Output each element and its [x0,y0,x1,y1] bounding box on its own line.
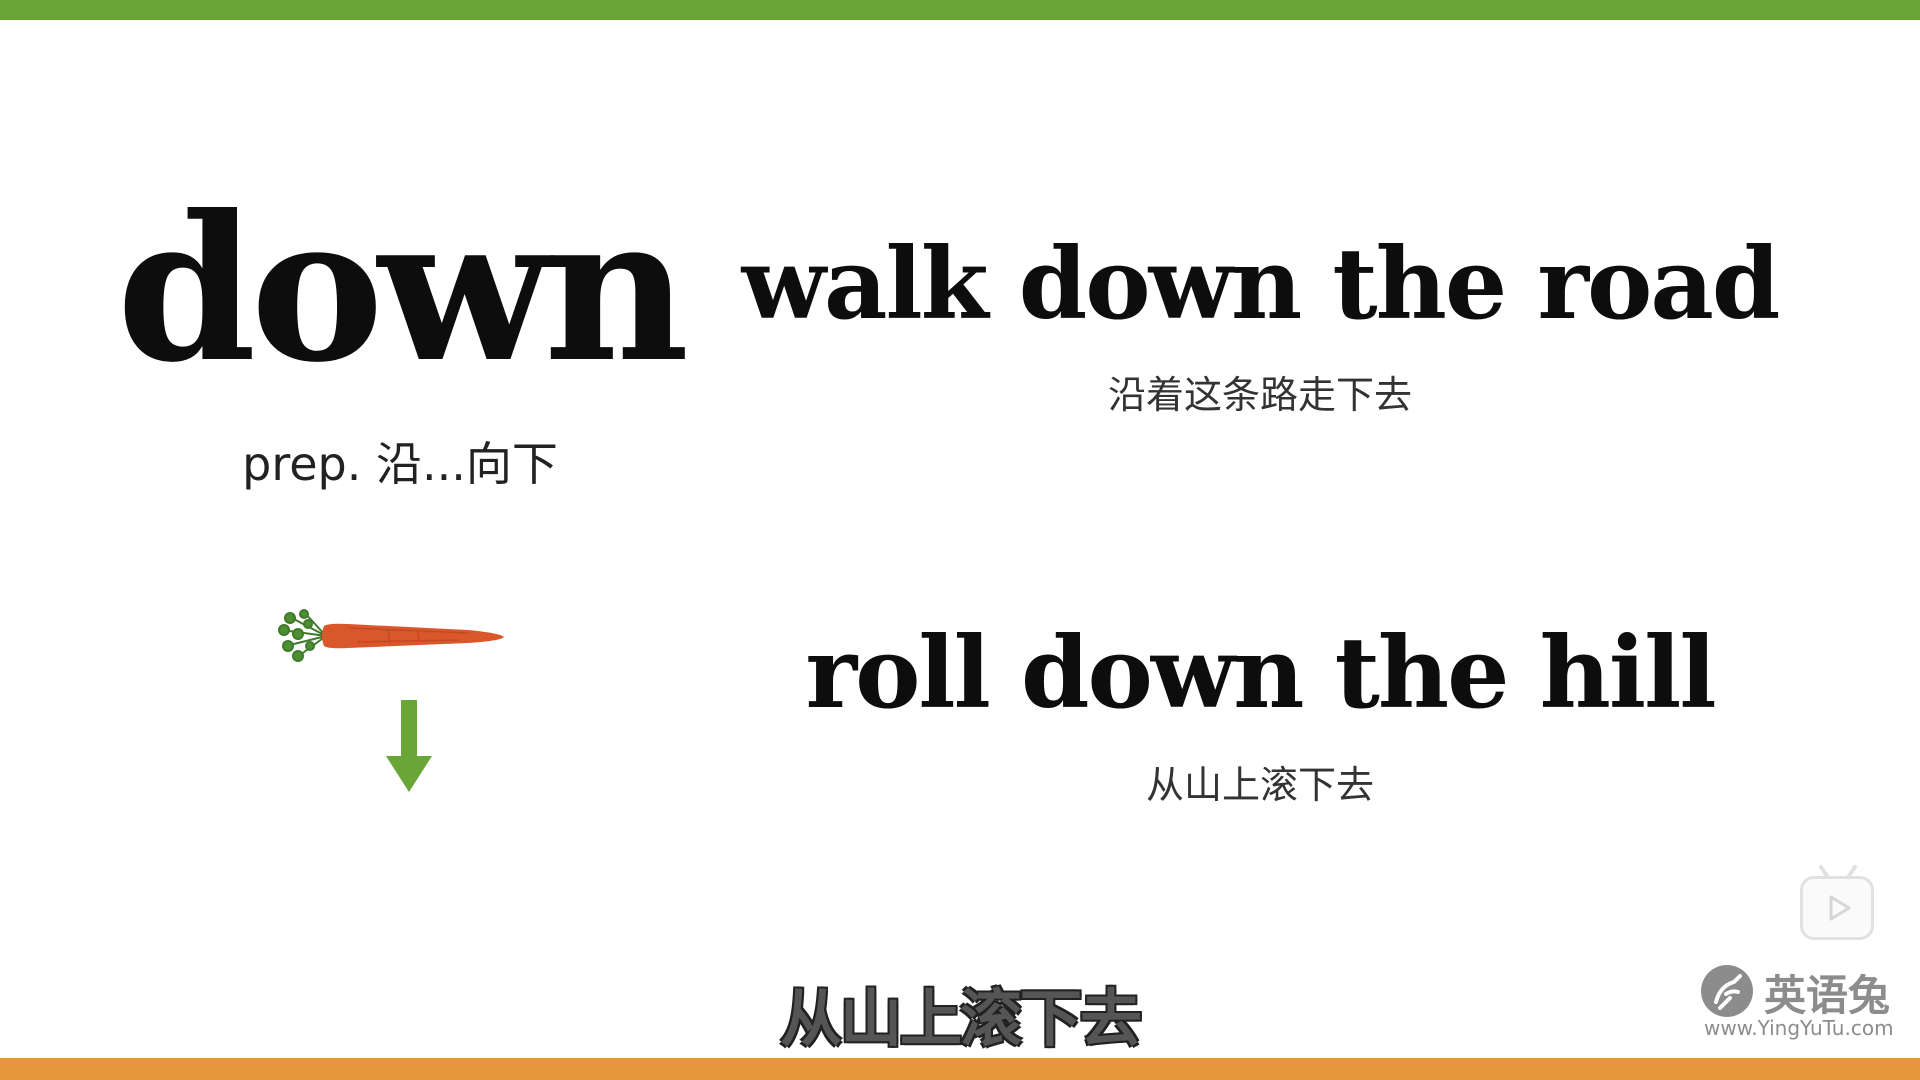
badge-ears-icon [1819,865,1857,879]
video-play-badge[interactable] [1800,865,1874,940]
top-accent-bar [0,0,1920,20]
video-subtitle: 从山上滚下去 [778,981,1143,1057]
down-arrow-icon [386,700,432,792]
example-translation-2: 从山上滚下去 [1145,763,1374,807]
watermark-logo: 英语兔 www.YingYuTu.com [1700,960,1900,1040]
video-play-icon [1829,895,1851,921]
watermark-url: www.YingYuTu.com [1704,1016,1894,1040]
part-of-speech-definition: prep. 沿...向下 [242,437,558,491]
example-phrase-2: roll down the hill [805,616,1716,731]
bottom-accent-bar [0,1058,1920,1080]
example-translation-1: 沿着这条路走下去 [1107,373,1412,417]
watermark-name: 英语兔 [1764,971,1891,1020]
headword: down [116,172,690,407]
carrot-icon [278,609,504,662]
example-phrase-1: walk down the road [741,227,1781,342]
rabbit-logo-icon [1701,965,1753,1017]
